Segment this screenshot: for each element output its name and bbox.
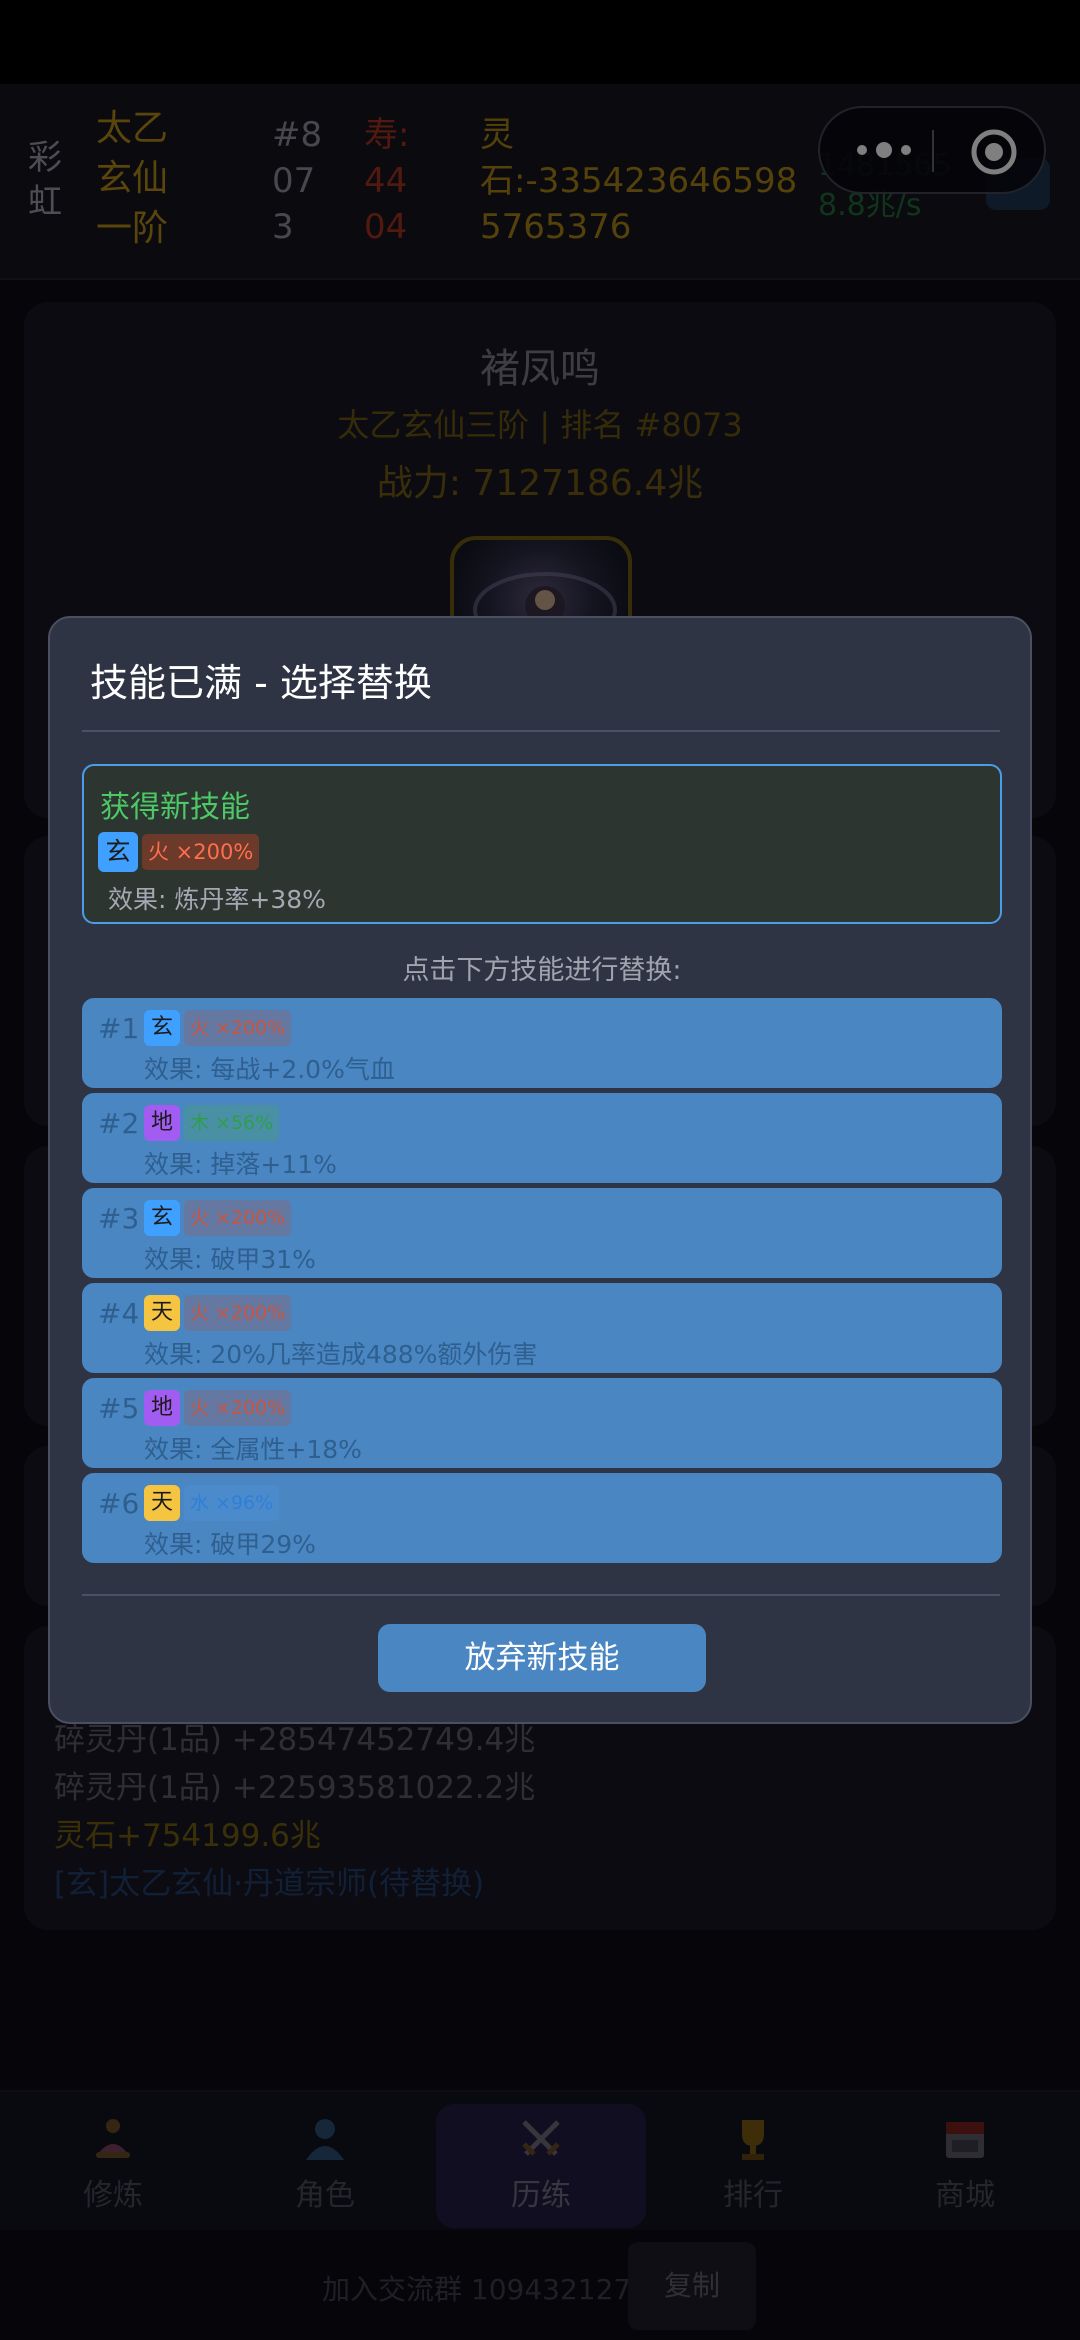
new-skill-card: 获得新技能 玄火 ×200% 效果: 炼丹率+38% bbox=[82, 764, 1002, 924]
new-skill-header: 获得新技能 bbox=[100, 790, 250, 825]
element-multiplier-chip: 水 ×96% bbox=[184, 1485, 280, 1521]
skill-slot-1[interactable]: #1 玄火 ×200% 效果: 每战+2.0%气血 bbox=[82, 998, 1002, 1088]
element-multiplier-chip: 火 ×200% bbox=[184, 1200, 292, 1236]
element-multiplier-chip: 火 ×200% bbox=[184, 1295, 292, 1331]
skill-slot-5[interactable]: #5 地火 ×200% 效果: 全属性+18% bbox=[82, 1378, 1002, 1468]
divider bbox=[82, 1594, 1000, 1596]
skill-slot-4[interactable]: #4 天火 ×200% 效果: 20%几率造成488%额外伤害 bbox=[82, 1283, 1002, 1373]
skill-grade-badge: 玄 bbox=[144, 1010, 180, 1046]
element-multiplier-chip: 火 ×200% bbox=[184, 1390, 292, 1426]
skill-grade-badge: 地 bbox=[144, 1390, 180, 1426]
skill-slot-3[interactable]: #3 玄火 ×200% 效果: 破甲31% bbox=[82, 1188, 1002, 1278]
new-skill-tags: 玄火 ×200% bbox=[98, 832, 260, 872]
element-multiplier-chip: 木 ×56% bbox=[184, 1105, 280, 1141]
replace-hint: 点击下方技能进行替换: bbox=[402, 955, 682, 986]
skill-effect: 效果: 掉落+11% bbox=[144, 1150, 337, 1179]
divider bbox=[82, 730, 1000, 732]
skill-grade-badge: 天 bbox=[144, 1485, 180, 1521]
skill-replace-dialog: 技能已满 - 选择替换 获得新技能 玄火 ×200% 效果: 炼丹率+38% 点… bbox=[48, 616, 1032, 1724]
dialog-title: 技能已满 - 选择替换 bbox=[90, 661, 432, 705]
skill-grade-badge: 天 bbox=[144, 1295, 180, 1331]
new-skill-effect: 效果: 炼丹率+38% bbox=[108, 885, 326, 914]
skill-grade-badge: 地 bbox=[144, 1105, 180, 1141]
abandon-new-skill-button[interactable]: 放弃新技能 bbox=[378, 1624, 706, 1692]
skill-slot-6[interactable]: #6 天水 ×96% 效果: 破甲29% bbox=[82, 1473, 1002, 1563]
skill-effect: 效果: 破甲29% bbox=[144, 1530, 316, 1559]
skill-effect: 效果: 全属性+18% bbox=[144, 1435, 362, 1464]
skill-slot-2[interactable]: #2 地木 ×56% 效果: 掉落+11% bbox=[82, 1093, 1002, 1183]
element-multiplier-chip: 火 ×200% bbox=[142, 834, 260, 870]
skill-effect: 效果: 破甲31% bbox=[144, 1245, 316, 1274]
element-multiplier-chip: 火 ×200% bbox=[184, 1010, 292, 1046]
skill-grade-badge: 玄 bbox=[98, 832, 138, 872]
skill-effect: 效果: 每战+2.0%气血 bbox=[144, 1055, 395, 1084]
skill-grade-badge: 玄 bbox=[144, 1200, 180, 1236]
skill-effect: 效果: 20%几率造成488%额外伤害 bbox=[144, 1340, 538, 1369]
